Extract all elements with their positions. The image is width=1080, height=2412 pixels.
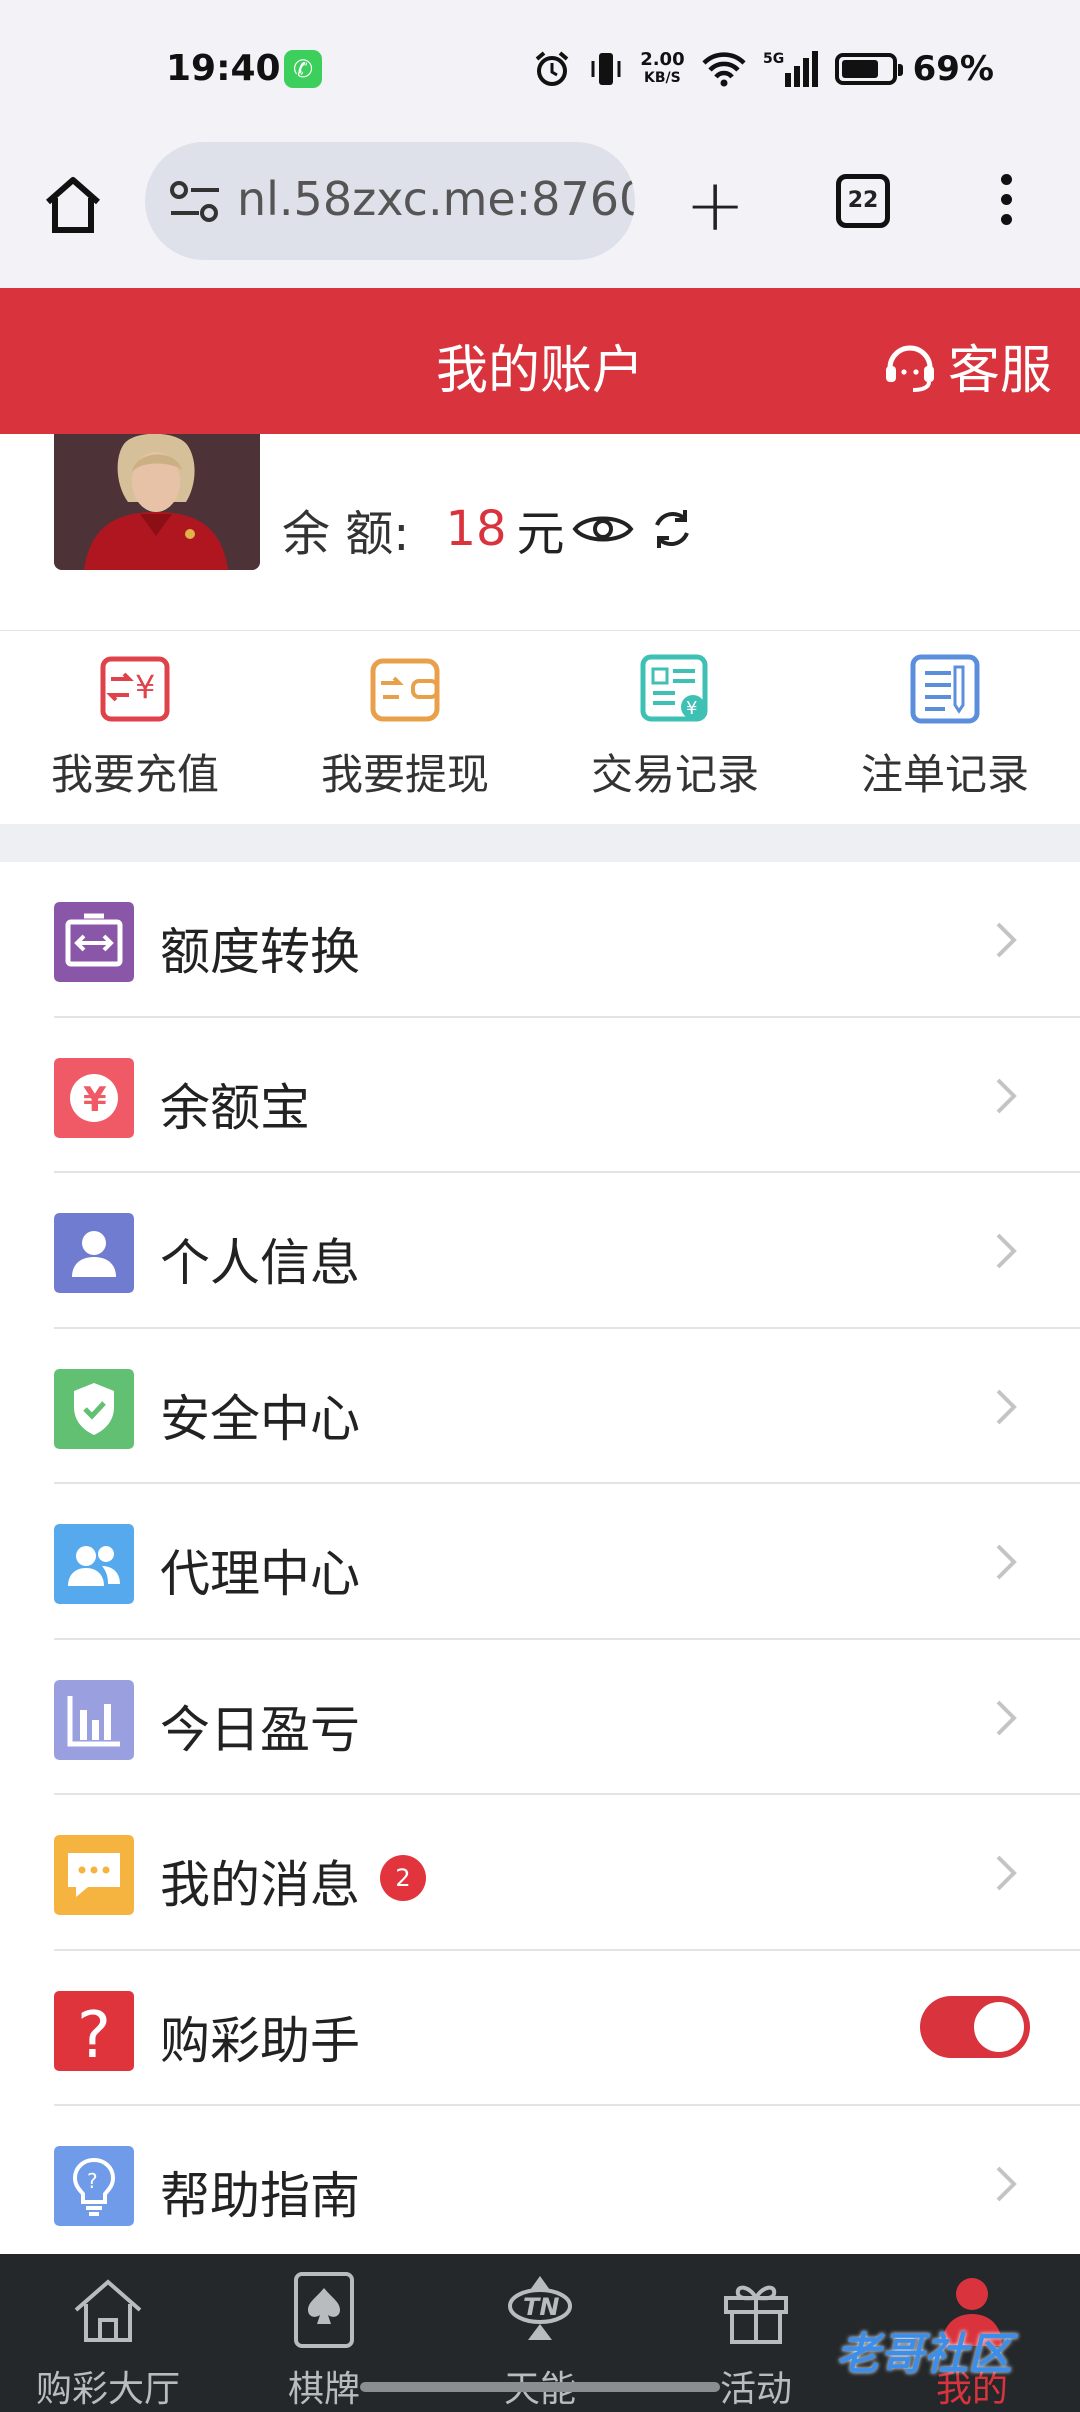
quick-action-withdraw[interactable]: 我要提现	[270, 631, 540, 824]
menu-item-quota-transfer[interactable]: 额度转换	[0, 862, 1080, 1018]
chevron-right-icon	[996, 1389, 1017, 1424]
menu-item-label: 帮助指南	[160, 2167, 360, 2225]
menu-item-label: 安全中心	[160, 1389, 360, 1448]
shield-icon	[54, 1368, 134, 1449]
url-text[interactable]: nl.58zxc.me:8760	[237, 172, 635, 226]
balance-label: 余 额:	[282, 506, 410, 562]
battery-icon	[834, 53, 903, 85]
site-settings-icon[interactable]	[169, 180, 221, 224]
status-icons: 2.00 KB/S 5G 69%	[532, 44, 994, 94]
network-speed: 2.00 KB/S	[640, 49, 685, 87]
svg-text:?: ?	[87, 2169, 98, 2193]
menu-item-yuebao[interactable]: ¥ 余额宝	[0, 1017, 1080, 1173]
battery-percent: 69%	[912, 49, 994, 89]
vibrate-icon	[591, 53, 621, 85]
browser-toolbar: nl.58zxc.me:8760 + 22	[0, 140, 1080, 288]
poker-card-icon	[294, 2272, 354, 2348]
quick-action-label: 交易记录	[590, 750, 759, 799]
quick-actions: ¥ 我要充值 我要提现 ¥ 交易记录 注单记录	[0, 630, 1080, 824]
svg-text:¥: ¥	[135, 668, 155, 706]
menu-item-security[interactable]: 安全中心	[0, 1328, 1080, 1484]
menu-item-label: 额度转换	[160, 923, 360, 981]
menu-item-label: 代理中心	[160, 1545, 360, 1603]
tab-switcher-button[interactable]: 22	[836, 174, 890, 228]
profile-card: 余 额: 18 元	[0, 434, 1080, 630]
section-divider	[0, 824, 1080, 862]
home-indicator[interactable]	[360, 2382, 720, 2392]
unread-badge: 2	[380, 1855, 426, 1901]
quick-action-label: 我要充值	[50, 750, 219, 799]
lottery-assistant-toggle[interactable]	[920, 1995, 1030, 2058]
message-icon	[54, 1835, 134, 1915]
account-menu: 额度转换 ¥ 余额宝 个人信息 安全中心 代理中心 今日盈亏 我的消息 2 ? …	[0, 862, 1080, 2262]
chevron-right-icon	[996, 1700, 1017, 1735]
avatar[interactable]	[54, 434, 260, 570]
home-icon	[74, 2279, 142, 2342]
menu-item-label: 余额宝	[160, 1078, 310, 1137]
headset-icon	[885, 345, 934, 392]
menu-item-agent[interactable]: 代理中心	[0, 1484, 1080, 1640]
quick-action-label: 注单记录	[860, 750, 1029, 799]
quick-action-transactions[interactable]: ¥ 交易记录	[540, 631, 810, 824]
menu-item-label: 今日盈亏	[160, 1700, 360, 1759]
refresh-icon[interactable]	[645, 505, 699, 553]
menu-item-help-guide[interactable]: ? 帮助指南	[0, 2106, 1080, 2262]
chevron-right-icon	[996, 2166, 1017, 2202]
status-time: 19:40	[166, 48, 281, 89]
signal-icon: 5G	[763, 51, 818, 87]
svg-text:¥: ¥	[83, 1080, 107, 1120]
watermark-logo: 老哥社区	[836, 2329, 1012, 2380]
menu-item-today-profit[interactable]: 今日盈亏	[0, 1639, 1080, 1795]
chevron-right-icon	[996, 1855, 1017, 1891]
agents-icon	[54, 1524, 134, 1604]
svg-text:¥: ¥	[686, 698, 697, 719]
tn-icon: TN	[508, 2276, 572, 2340]
tab-lottery-hall[interactable]: 购彩大厅	[0, 2254, 216, 2412]
tab-label: 购彩大厅	[35, 2369, 180, 2410]
transaction-record-icon: ¥	[640, 654, 708, 722]
eye-icon[interactable]	[571, 509, 635, 549]
menu-item-label: 购彩助手	[160, 2011, 360, 2070]
bet-record-icon	[910, 654, 980, 724]
wifi-icon	[702, 52, 746, 87]
customer-service-label: 客服	[947, 341, 1052, 401]
menu-item-label: 我的消息	[160, 1856, 360, 1914]
user-icon	[54, 1213, 134, 1293]
bulb-icon: ?	[54, 2146, 134, 2226]
balance-value: 18	[445, 501, 507, 557]
status-bar: 19:40 ✆ 2.00 KB/S 5G 69%	[0, 0, 1080, 140]
menu-item-label: 个人信息	[160, 1234, 360, 1292]
customer-service-button[interactable]: 客服	[882, 328, 1052, 403]
yuan-icon: ¥	[54, 1057, 134, 1138]
chevron-right-icon	[996, 1078, 1017, 1113]
balance-row: 余 额: 18 元	[282, 494, 699, 564]
svg-text:5G: 5G	[763, 51, 784, 67]
url-bar[interactable]: nl.58zxc.me:8760	[145, 142, 635, 260]
menu-item-messages[interactable]: 我的消息 2	[0, 1795, 1080, 1951]
alarm-icon	[535, 51, 569, 86]
recharge-icon: ¥	[100, 656, 170, 722]
gift-icon	[724, 2285, 788, 2344]
more-options-icon[interactable]	[996, 174, 1016, 234]
svg-text:TN: TN	[523, 2293, 559, 2321]
balance-unit: 元	[516, 506, 565, 562]
new-tab-button[interactable]: +	[685, 169, 745, 241]
quick-action-label: 我要提现	[320, 750, 489, 799]
question-icon: ?	[54, 1990, 134, 2071]
chevron-right-icon	[996, 922, 1017, 958]
withdraw-icon	[370, 658, 440, 722]
svg-text:?: ?	[77, 1999, 111, 2071]
quick-action-bets[interactable]: 注单记录	[810, 631, 1080, 824]
transfer-icon	[54, 902, 134, 982]
chevron-right-icon	[996, 1544, 1017, 1580]
phone-call-icon: ✆	[284, 50, 322, 88]
bar-chart-icon	[54, 1679, 134, 1760]
menu-item-lottery-assistant[interactable]: ? 购彩助手	[0, 1950, 1080, 2106]
quick-action-recharge[interactable]: ¥ 我要充值	[0, 631, 270, 824]
chevron-right-icon	[996, 1233, 1017, 1269]
page-header: 我的账户 客服	[0, 288, 1080, 434]
home-icon[interactable]	[40, 172, 106, 238]
menu-item-personal-info[interactable]: 个人信息	[0, 1173, 1080, 1329]
